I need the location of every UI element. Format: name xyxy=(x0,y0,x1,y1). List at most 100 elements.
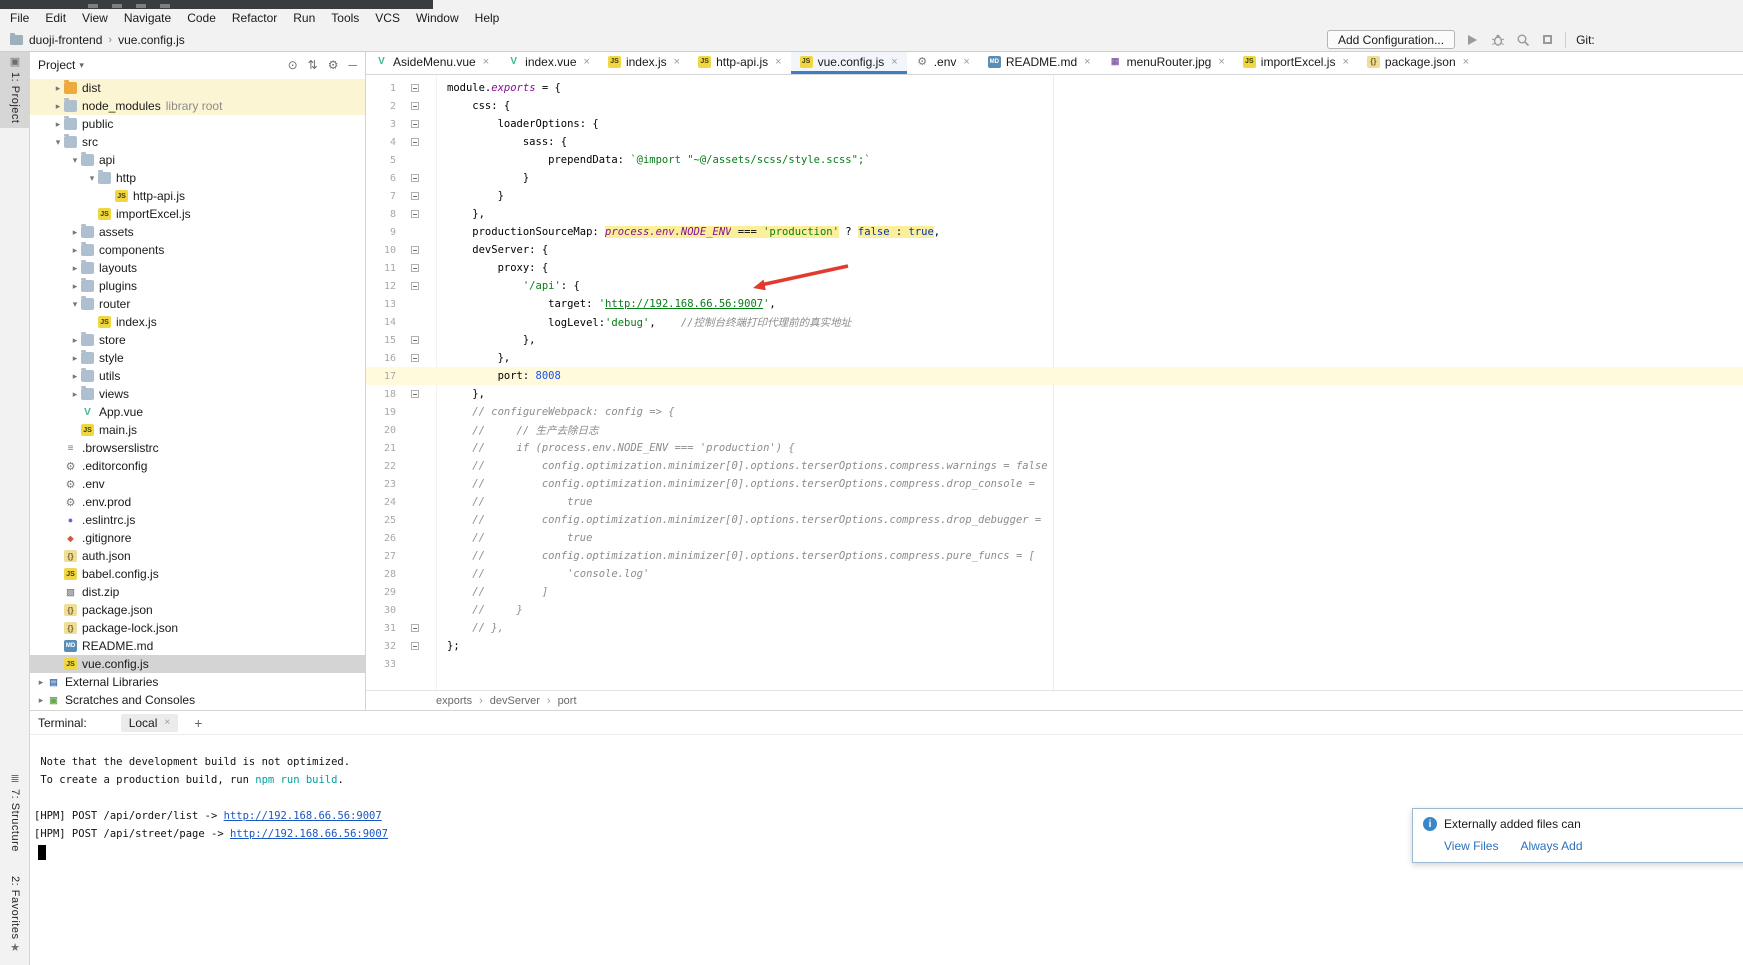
debug-icon[interactable] xyxy=(1490,32,1505,47)
chevron-expanded-icon[interactable]: ▾ xyxy=(69,155,81,166)
chevron-collapsed-icon[interactable]: ▸ xyxy=(69,371,81,382)
new-terminal-icon[interactable]: + xyxy=(194,715,202,731)
editor-tab-readme-md[interactable]: MDREADME.md× xyxy=(979,52,1100,74)
menu-item-refactor[interactable]: Refactor xyxy=(224,9,285,27)
editor-tab-http-api-js[interactable]: JShttp-api.js× xyxy=(689,52,790,74)
code-line-14[interactable]: 14 logLevel:'debug', //控制台终端打印代理前的真实地址 xyxy=(366,313,1743,331)
fold-marker-icon[interactable] xyxy=(411,336,419,344)
tree-item-env-prod[interactable]: ⚙.env.prod xyxy=(30,493,365,511)
tree-item-readme-md[interactable]: MDREADME.md xyxy=(30,637,365,655)
terminal-panel-title[interactable]: Terminal: xyxy=(38,716,87,730)
fold-marker-icon[interactable] xyxy=(411,624,419,632)
tree-item-layouts[interactable]: ▸layouts xyxy=(30,259,365,277)
fold-marker-icon[interactable] xyxy=(411,102,419,110)
add-configuration-button[interactable]: Add Configuration... xyxy=(1327,30,1455,49)
code-line-21[interactable]: 21 // if (process.env.NODE_ENV === 'prod… xyxy=(366,439,1743,457)
code-line-22[interactable]: 22 // config.optimization.minimizer[0].o… xyxy=(366,457,1743,475)
tree-item-browserslistrc[interactable]: ≡.browserslistrc xyxy=(30,439,365,457)
code-line-29[interactable]: 29 // ] xyxy=(366,583,1743,601)
tree-item-http[interactable]: ▾http xyxy=(30,169,365,187)
chevron-collapsed-icon[interactable]: ▸ xyxy=(69,263,81,274)
code-line-26[interactable]: 26 // true xyxy=(366,529,1743,547)
chevron-collapsed-icon[interactable]: ▸ xyxy=(69,353,81,364)
menu-item-vcs[interactable]: VCS xyxy=(367,9,408,27)
terminal-link[interactable]: http://192.168.66.56:9007 xyxy=(230,828,388,840)
tree-item-http-api-js[interactable]: JShttp-api.js xyxy=(30,187,365,205)
breadcrumb-file[interactable]: vue.config.js xyxy=(118,33,185,47)
tree-item-index-js[interactable]: JSindex.js xyxy=(30,313,365,331)
tool-button-project[interactable]: ▣ 1: Project xyxy=(0,52,30,128)
code-line-23[interactable]: 23 // config.optimization.minimizer[0].o… xyxy=(366,475,1743,493)
code-line-30[interactable]: 30 // } xyxy=(366,601,1743,619)
project-tree[interactable]: ▸dist▸node_moduleslibrary root▸public▾sr… xyxy=(30,79,365,710)
tree-item-components[interactable]: ▸components xyxy=(30,241,365,259)
stop-icon[interactable] xyxy=(1540,32,1555,47)
tree-item-app-vue[interactable]: VApp.vue xyxy=(30,403,365,421)
editor-tab-index-vue[interactable]: Vindex.vue× xyxy=(498,52,599,74)
tree-item-dist[interactable]: ▸dist xyxy=(30,79,365,97)
close-icon[interactable]: × xyxy=(963,56,969,68)
code-line-19[interactable]: 19 // configureWebpack: config => { xyxy=(366,403,1743,421)
code-line-27[interactable]: 27 // config.optimization.minimizer[0].o… xyxy=(366,547,1743,565)
code-editor[interactable]: 1module.exports = {2 css: {3 loaderOptio… xyxy=(366,75,1743,673)
chevron-collapsed-icon[interactable]: ▸ xyxy=(35,695,47,706)
code-line-11[interactable]: 11 proxy: { xyxy=(366,259,1743,277)
menu-item-code[interactable]: Code xyxy=(179,9,224,27)
editor-tab-env[interactable]: ⚙.env× xyxy=(907,52,979,74)
tree-item-store[interactable]: ▸store xyxy=(30,331,365,349)
breadcrumb-port[interactable]: port xyxy=(558,695,577,707)
code-line-4[interactable]: 4 sass: { xyxy=(366,133,1743,151)
tree-item-package-lock-json[interactable]: {}package-lock.json xyxy=(30,619,365,637)
tree-item-assets[interactable]: ▸assets xyxy=(30,223,365,241)
breadcrumb-project[interactable]: duoji-frontend xyxy=(29,33,102,47)
tree-item-importexcel-js[interactable]: JSimportExcel.js xyxy=(30,205,365,223)
editor-tab-vue-config-js[interactable]: JSvue.config.js× xyxy=(791,52,907,74)
chevron-collapsed-icon[interactable]: ▸ xyxy=(69,281,81,292)
close-icon[interactable]: × xyxy=(674,56,680,68)
code-line-18[interactable]: 18 }, xyxy=(366,385,1743,403)
close-icon[interactable]: × xyxy=(1342,56,1348,68)
project-panel-title[interactable]: Project xyxy=(38,58,75,72)
editor-tab-package-json[interactable]: {}package.json× xyxy=(1358,52,1478,74)
tree-item-babel-config-js[interactable]: JSbabel.config.js xyxy=(30,565,365,583)
menu-item-edit[interactable]: Edit xyxy=(37,9,74,27)
chevron-collapsed-icon[interactable]: ▸ xyxy=(52,101,64,112)
code-line-3[interactable]: 3 loaderOptions: { xyxy=(366,115,1743,133)
code-line-31[interactable]: 31 // }, xyxy=(366,619,1743,637)
close-icon[interactable]: × xyxy=(1463,56,1469,68)
view-files-link[interactable]: View Files xyxy=(1444,839,1498,853)
tree-item-api[interactable]: ▾api xyxy=(30,151,365,169)
tree-item-env[interactable]: ⚙.env xyxy=(30,475,365,493)
terminal-cursor[interactable] xyxy=(38,845,46,860)
code-line-33[interactable]: 33 xyxy=(366,655,1743,673)
code-line-10[interactable]: 10 devServer: { xyxy=(366,241,1743,259)
code-line-16[interactable]: 16 }, xyxy=(366,349,1743,367)
close-icon[interactable]: × xyxy=(164,717,170,728)
tree-item-scratches-and-consoles[interactable]: ▸▣Scratches and Consoles xyxy=(30,691,365,709)
chevron-collapsed-icon[interactable]: ▸ xyxy=(52,119,64,130)
chevron-collapsed-icon[interactable]: ▸ xyxy=(69,335,81,346)
tree-item-gitignore[interactable]: ◆.gitignore xyxy=(30,529,365,547)
fold-marker-icon[interactable] xyxy=(411,192,419,200)
tree-item-style[interactable]: ▸style xyxy=(30,349,365,367)
tree-item-dist-zip[interactable]: ▧dist.zip xyxy=(30,583,365,601)
fold-marker-icon[interactable] xyxy=(411,246,419,254)
code-line-6[interactable]: 6 } xyxy=(366,169,1743,187)
code-line-12[interactable]: 12 '/api': { xyxy=(366,277,1743,295)
chevron-collapsed-icon[interactable]: ▸ xyxy=(52,83,64,94)
chevron-expanded-icon[interactable]: ▾ xyxy=(86,173,98,184)
tree-item-editorconfig[interactable]: ⚙.editorconfig xyxy=(30,457,365,475)
menu-item-window[interactable]: Window xyxy=(408,9,467,27)
tree-item-plugins[interactable]: ▸plugins xyxy=(30,277,365,295)
editor-tab-asidemenu-vue[interactable]: VAsideMenu.vue× xyxy=(366,52,498,74)
menu-item-view[interactable]: View xyxy=(74,9,116,27)
chevron-down-icon[interactable]: ▾ xyxy=(79,60,84,71)
tree-item-vue-config-js[interactable]: JSvue.config.js xyxy=(30,655,365,673)
menu-item-navigate[interactable]: Navigate xyxy=(116,9,179,27)
close-icon[interactable]: × xyxy=(891,56,897,68)
fold-marker-icon[interactable] xyxy=(411,390,419,398)
tree-item-package-json[interactable]: {}package.json xyxy=(30,601,365,619)
editor-tab-importexcel-js[interactable]: JSimportExcel.js× xyxy=(1234,52,1358,74)
locate-icon[interactable]: ⊙ xyxy=(288,58,298,72)
chevron-collapsed-icon[interactable]: ▸ xyxy=(69,389,81,400)
